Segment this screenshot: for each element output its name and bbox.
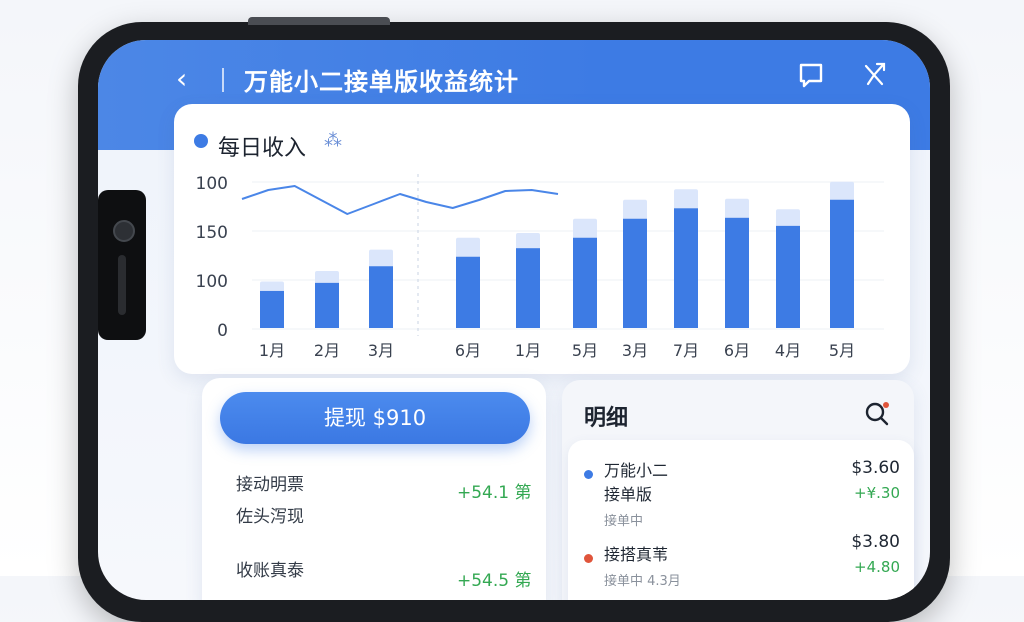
phone-side-button [248, 17, 390, 25]
trend-line [241, 185, 559, 215]
page-title: 万能小二接单版收益统计 [244, 68, 519, 96]
x-tick-label: 1月 [259, 341, 285, 360]
header-divider [222, 68, 224, 92]
x-tick-label: 6月 [724, 341, 750, 360]
x-tick-label: 3月 [622, 341, 648, 360]
x-tick-label: 2月 [314, 341, 340, 360]
status-dot [584, 554, 593, 563]
app-screen: ‹ 万能小二接单版收益统计 每日收入 ⁂ 100 150 100 0 1月 2月 3月 6月 1… [98, 40, 930, 600]
item-name: 接搭真苇 [604, 545, 669, 564]
withdraw-button[interactable]: 提现 $910 [220, 392, 530, 444]
item-name: 万能小二 [604, 461, 669, 480]
bar [725, 217, 749, 328]
item-status: 接单中 [604, 514, 644, 529]
withdraw-row-label: 接动明票 [236, 475, 304, 495]
x-tick-label: 7月 [673, 341, 699, 360]
withdraw-row-label: 收账真泰 [236, 561, 304, 581]
status-dot [584, 470, 593, 479]
bar [369, 266, 393, 328]
bar [456, 256, 480, 328]
bar [830, 199, 854, 328]
share-icon[interactable] [860, 60, 890, 90]
x-tick-label: 5月 [572, 341, 598, 360]
detail-card: 明细 万能小二 接单版 接单中 $3.60 +¥.30 接搭真苇 接单中 4.3… [562, 380, 914, 600]
withdraw-row-value: +54.1 第 [457, 483, 532, 503]
detail-title: 明细 [584, 406, 629, 431]
bar [776, 225, 800, 328]
bar [260, 290, 284, 328]
back-icon[interactable]: ‹ [176, 64, 206, 94]
x-tick-label: 6月 [455, 341, 481, 360]
speaker-slot [118, 255, 126, 315]
item-amount: $3.60 [851, 458, 900, 478]
bar [623, 218, 647, 328]
item-gain: +¥.30 [854, 484, 900, 502]
x-tick-label: 5月 [829, 341, 855, 360]
y-tick-label: 150 [196, 223, 228, 243]
y-tick-label: 100 [196, 272, 228, 292]
x-tick-label: 3月 [368, 341, 394, 360]
bar [573, 237, 597, 328]
item-name: 接单版 [604, 485, 653, 504]
y-tick-label: 0 [217, 321, 228, 341]
withdraw-row-label: 佐头泻现 [236, 507, 304, 527]
bar [674, 208, 698, 328]
daily-income-card: 每日收入 ⁂ 100 150 100 0 1月 2月 3月 6月 1月 5月 3月 7月 6月 4月 5月 [174, 104, 910, 374]
x-tick-label: 4月 [775, 341, 801, 360]
bar [315, 282, 339, 328]
withdraw-row-value: +54.5 第 [457, 571, 532, 591]
withdraw-card: 提现 $910 接动明票 +54.1 第 佐头泻现 收账真泰 +54.5 第 [202, 378, 546, 600]
x-tick-label: 1月 [515, 341, 541, 360]
message-icon[interactable] [796, 60, 826, 90]
detail-list: 万能小二 接单版 接单中 $3.60 +¥.30 接搭真苇 接单中 4.3月 $… [568, 440, 914, 600]
item-status: 接单中 4.3月 [604, 574, 681, 589]
camera-icon [113, 220, 135, 242]
income-bar-chart: 100 150 100 0 1月 2月 3月 6月 1月 5月 3月 7月 6月 4月 5月 [196, 174, 884, 360]
search-icon[interactable] [862, 398, 892, 428]
y-tick-label: 100 [196, 174, 228, 194]
item-gain: +4.80 [854, 558, 900, 576]
bar [516, 248, 540, 328]
item-amount: $3.80 [851, 532, 900, 552]
